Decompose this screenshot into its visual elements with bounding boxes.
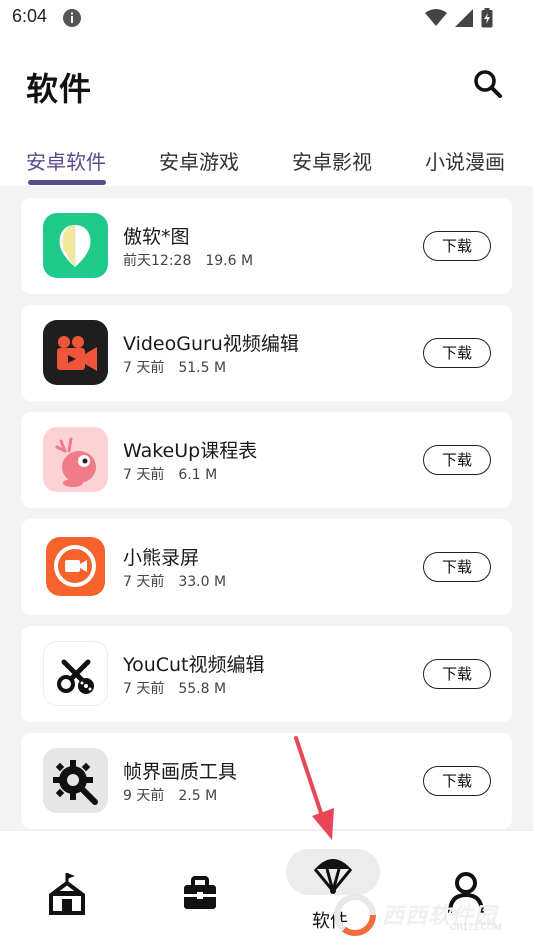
battery-icon [481, 8, 493, 28]
app-name: 帧界画质工具 [123, 761, 238, 783]
app-date: 7 天前 [123, 574, 165, 590]
status-icons [425, 8, 493, 28]
app-card[interactable]: WakeUp课程表 7 天前 6.1 M 下载 [21, 412, 512, 508]
download-button[interactable]: 下载 [423, 231, 491, 261]
app-card[interactable]: YouCut视频编辑 7 天前 55.8 M 下载 [21, 626, 512, 722]
tab-android-software[interactable]: 安卓软件 [26, 146, 106, 175]
wifi-icon [425, 9, 447, 26]
wakeup-app-icon [43, 427, 108, 492]
status-time: 6:04 [12, 6, 48, 26]
app-date: 7 天前 [123, 681, 165, 697]
tab-android-video[interactable]: 安卓影视 [292, 146, 372, 175]
signal-icon [455, 9, 473, 27]
app-card[interactable]: 帧界画质工具 9 天前 2.5 M 下载 [21, 733, 512, 829]
download-button[interactable]: 下载 [423, 552, 491, 582]
app-bar: 软件 [0, 50, 533, 120]
app-date: 7 天前 [123, 360, 165, 376]
status-bar: 6:04 [0, 0, 533, 36]
app-name: 小熊录屏 [123, 547, 200, 569]
tab-indicator [28, 180, 106, 185]
app-size: 6.1 M [178, 467, 218, 483]
category-tabs: 安卓软件 安卓游戏 安卓影视 小说漫画 [0, 140, 533, 186]
info-icon [63, 9, 81, 27]
app-date: 前天12:28 [123, 253, 192, 269]
youcut-app-icon [43, 641, 108, 706]
app-size: 55.8 M [178, 681, 227, 697]
app-meta: 7 天前 55.8 M [123, 678, 240, 698]
aoruan-app-icon [43, 213, 108, 278]
app-meta: 前天12:28 19.6 M [123, 250, 267, 270]
home-icon [49, 873, 85, 915]
download-button[interactable]: 下载 [423, 766, 491, 796]
app-size: 51.5 M [178, 360, 227, 376]
app-name: 傲软*图 [123, 226, 190, 248]
nav-home[interactable] [37, 861, 97, 921]
annotation-arrow [294, 736, 334, 840]
xiaoxiong-app-icon [43, 534, 108, 599]
app-card[interactable]: VideoGuru视频编辑 7 天前 51.5 M 下载 [21, 305, 512, 401]
search-icon [474, 70, 502, 98]
toolbox-icon [184, 876, 216, 909]
watermark-subtext: CR173.COM [450, 922, 502, 932]
app-meta: 7 天前 6.1 M [123, 464, 231, 484]
download-button[interactable]: 下载 [423, 659, 491, 689]
app-card[interactable]: 傲软*图 前天12:28 19.6 M 下载 [21, 198, 512, 294]
app-date: 9 天前 [123, 788, 165, 804]
app-card[interactable]: 小熊录屏 7 天前 33.0 M 下载 [21, 519, 512, 615]
watermark: 西西软件园 CR173.COM [330, 890, 518, 940]
app-date: 7 天前 [123, 467, 165, 483]
app-name: VideoGuru视频编辑 [123, 333, 299, 355]
videoguru-app-icon [43, 320, 108, 385]
zhenjie-app-icon [43, 748, 108, 813]
watermark-logo-icon [334, 894, 376, 936]
app-name: WakeUp课程表 [123, 440, 258, 462]
nav-toolbox[interactable] [170, 861, 230, 921]
search-button[interactable] [470, 66, 506, 102]
page-title: 软件 [26, 70, 93, 108]
app-size: 2.5 M [178, 788, 218, 804]
app-size: 33.0 M [178, 574, 227, 590]
download-button[interactable]: 下载 [423, 338, 491, 368]
app-meta: 9 天前 2.5 M [123, 785, 231, 805]
tab-novel-comics[interactable]: 小说漫画 [425, 146, 505, 175]
app-meta: 7 天前 33.0 M [123, 571, 240, 591]
app-name: YouCut视频编辑 [123, 654, 265, 676]
app-size: 19.6 M [205, 253, 254, 269]
app-list: 傲软*图 前天12:28 19.6 M 下载 VideoGuru视频编辑 7 天前… [0, 186, 533, 830]
app-meta: 7 天前 51.5 M [123, 357, 240, 377]
download-button[interactable]: 下载 [423, 445, 491, 475]
tab-android-games[interactable]: 安卓游戏 [159, 146, 239, 175]
